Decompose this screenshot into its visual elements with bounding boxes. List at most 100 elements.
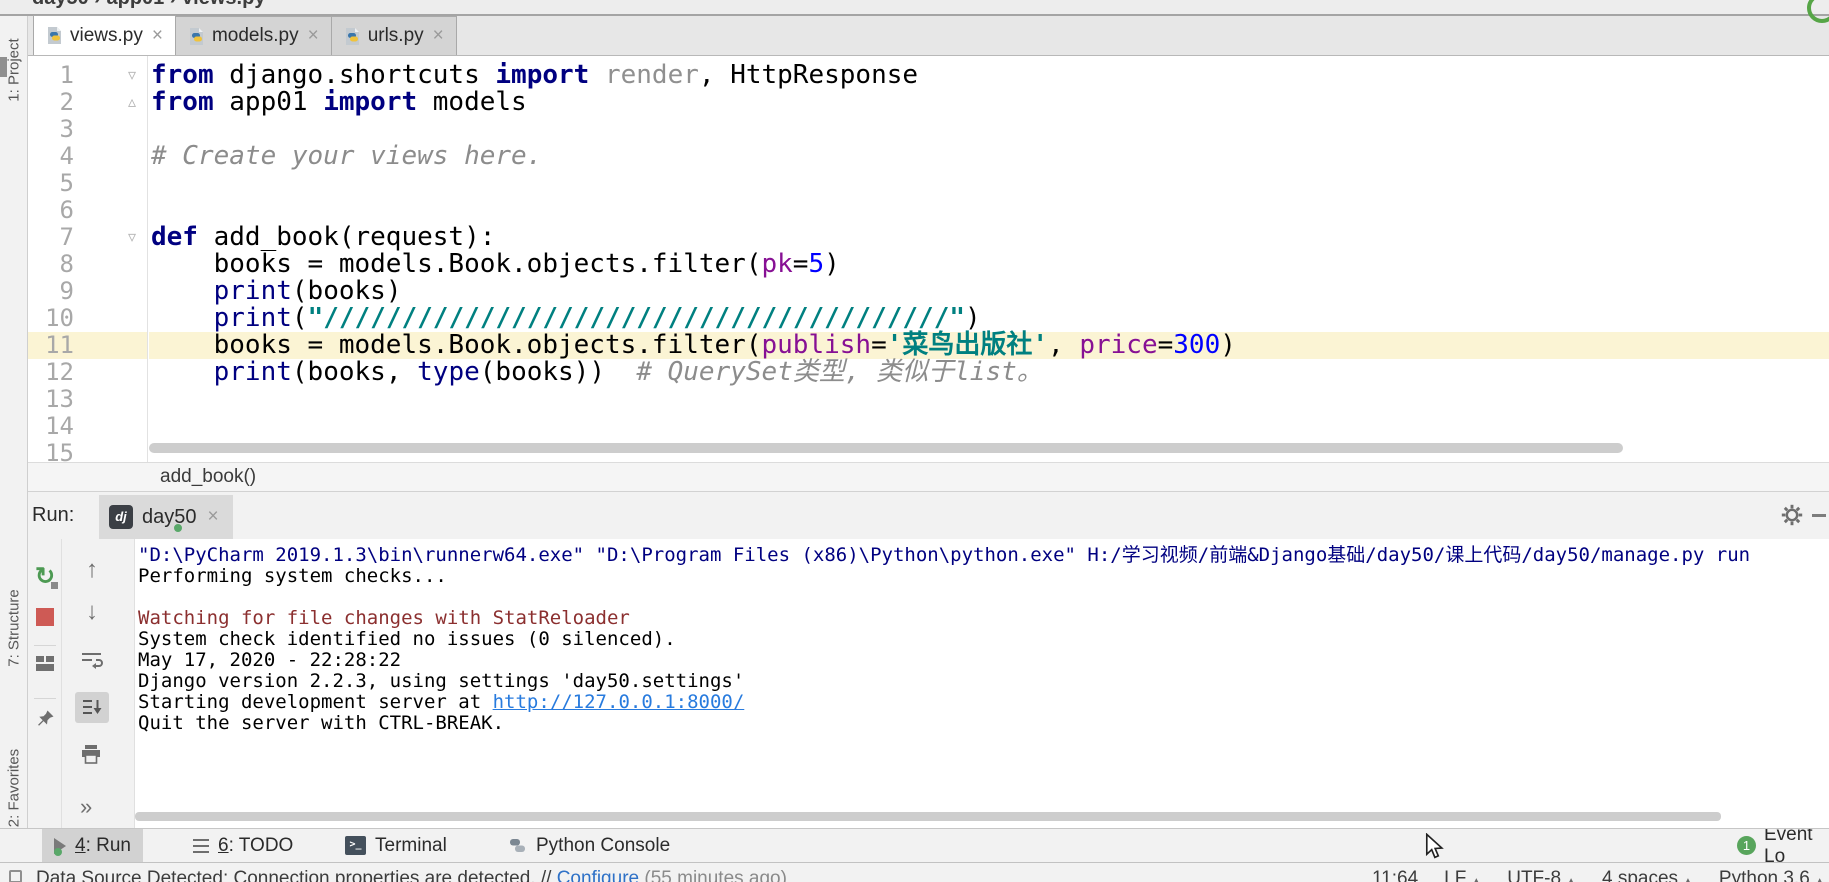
sidebar-item-favorites[interactable]: 2: Favorites <box>6 749 23 827</box>
django-run-config-icon: dj <box>109 505 133 529</box>
fold-icon[interactable]: ▿ <box>128 62 136 89</box>
close-icon[interactable]: × <box>433 25 444 47</box>
code-line[interactable] <box>149 386 1829 413</box>
run-tab-day50[interactable]: dj day50 × <box>99 495 233 539</box>
fold-icon[interactable]: ▿ <box>128 224 136 251</box>
gutter-line: 12 <box>28 359 147 386</box>
code-line[interactable]: print(books, type(books)) # QuerySet类型, … <box>149 359 1829 386</box>
interpreter-widget[interactable]: Python 3.6▲ <box>1719 868 1825 882</box>
line-number: 15 <box>28 440 74 462</box>
code-line[interactable]: print(books) <box>149 278 1829 305</box>
code-line[interactable] <box>149 170 1829 197</box>
code-line[interactable]: books = models.Book.objects.filter(publi… <box>149 332 1829 359</box>
console-line <box>138 587 1829 608</box>
run-panel: Run: dj day50 × ↻ ↑ ↓ » "D:\PyCharm 2019… <box>28 492 1829 828</box>
console-line: Watching for file changes with StatReloa… <box>138 608 1829 629</box>
toolwindow-python-console-button[interactable]: Python Console <box>496 829 682 862</box>
editor-tab-bar: views.py × models.py × urls.py × <box>28 16 1829 56</box>
indent-widget[interactable]: 4 spaces▲ <box>1602 868 1693 882</box>
more-icon[interactable]: » <box>80 794 92 820</box>
tab-label: urls.py <box>368 25 424 47</box>
up-stack-icon[interactable]: ↑ <box>75 558 109 582</box>
code-line[interactable] <box>149 116 1829 143</box>
caret-position[interactable]: 11:64 <box>1372 868 1418 882</box>
pin-icon[interactable] <box>36 709 55 728</box>
code-line[interactable] <box>149 197 1829 224</box>
breadcrumb-text[interactable]: day50 › app01 › views.py <box>32 0 265 10</box>
editor-gutter: 1▿2▵34567▿89101112131415 <box>28 56 148 462</box>
restore-layout-icon[interactable] <box>36 656 54 671</box>
console-line: Starting development server at http://12… <box>138 692 1829 713</box>
code-line[interactable]: from app01 import models <box>149 89 1829 116</box>
code-editor[interactable]: 1▿2▵34567▿89101112131415 from django.sho… <box>28 56 1829 462</box>
sidebar-item-project[interactable]: 1: Project <box>6 38 23 101</box>
python-file-icon <box>188 28 205 45</box>
line-number: 2 <box>28 89 74 116</box>
console-line: Quit the server with CTRL-BREAK. <box>138 713 1829 734</box>
sidebar-item-structure[interactable]: 7: Structure <box>6 589 23 667</box>
run-label: Run: <box>32 492 74 539</box>
tab-views-py[interactable]: views.py × <box>33 15 176 55</box>
gutter-line: 7▿ <box>28 224 147 251</box>
tab-urls-py[interactable]: urls.py × <box>331 16 457 55</box>
gutter-line: 13 <box>28 386 147 413</box>
mouse-cursor <box>1424 833 1446 864</box>
line-number: 11 <box>28 332 74 359</box>
console-line: "D:\PyCharm 2019.1.3\bin\runnerw64.exe" … <box>138 545 1829 566</box>
toolwindow-terminal-button[interactable]: >_ Terminal <box>333 829 459 862</box>
line-ending-widget[interactable]: LF▲ <box>1444 868 1481 882</box>
code-line[interactable]: def add_book(request): <box>149 224 1829 251</box>
code-line[interactable]: print("/////////////////////////////////… <box>149 305 1829 332</box>
console-output[interactable]: "D:\PyCharm 2019.1.3\bin\runnerw64.exe" … <box>135 539 1829 828</box>
close-icon[interactable]: × <box>308 25 319 47</box>
editor-hscrollbar[interactable] <box>149 443 1623 453</box>
caret-up-icon: ▲ <box>1566 876 1576 882</box>
tab-models-py[interactable]: models.py × <box>175 16 332 55</box>
configure-link[interactable]: Configure <box>557 868 639 882</box>
toolwindow-label: Terminal <box>375 835 447 857</box>
status-message[interactable]: Data Source Detected: Connection propert… <box>36 868 787 882</box>
soft-wrap-icon[interactable] <box>81 651 103 669</box>
fold-icon[interactable]: ▵ <box>128 89 136 116</box>
line-number: 1 <box>28 62 74 89</box>
close-icon[interactable]: × <box>152 25 163 47</box>
rerun-icon[interactable]: ↻ <box>33 565 57 589</box>
code-line[interactable]: from django.shortcuts import render, Htt… <box>149 62 1829 89</box>
line-number: 3 <box>28 116 74 143</box>
line-number: 13 <box>28 386 74 413</box>
bottom-toolwindow-bar: 4: Run 6: TODO >_ Terminal Python Consol… <box>0 828 1829 862</box>
line-number: 12 <box>28 359 74 386</box>
line-number: 10 <box>28 305 74 332</box>
gutter-line: 15 <box>28 440 147 462</box>
gutter-line: 11 <box>28 332 147 359</box>
status-widgets: 11:64 LF▲ UTF-8▲ 4 spaces▲ Python 3.6▲ <box>1372 868 1825 882</box>
print-icon[interactable] <box>81 745 101 764</box>
line-number: 6 <box>28 197 74 224</box>
encoding-widget[interactable]: UTF-8▲ <box>1507 868 1576 882</box>
close-icon[interactable]: × <box>208 506 219 528</box>
code-line[interactable] <box>149 413 1829 440</box>
stop-icon[interactable] <box>36 608 54 626</box>
breadcrumb-function[interactable]: add_book() <box>160 463 256 491</box>
run-toolbar-console: ↑ ↓ » <box>62 539 135 828</box>
gutter-line: 4 <box>28 143 147 170</box>
toolwindow-run-button[interactable]: 4: Run <box>42 829 143 862</box>
caret-up-icon: ▲ <box>1815 876 1825 882</box>
hide-panel-icon[interactable] <box>1812 514 1826 517</box>
event-log-button[interactable]: 1 Event Lo <box>1737 829 1829 862</box>
code-line[interactable]: # Create your views here. <box>149 143 1829 170</box>
gutter-line: 5 <box>28 170 147 197</box>
left-toolwindow-stripe: 1: Project 7: Structure 2: Favorites <box>0 16 28 828</box>
line-number: 14 <box>28 413 74 440</box>
scroll-to-end-icon[interactable] <box>83 699 102 716</box>
gear-icon[interactable] <box>1780 503 1804 532</box>
data-source-icon[interactable] <box>9 870 22 882</box>
code-line[interactable]: books = models.Book.objects.filter(pk=5) <box>149 251 1829 278</box>
console-link[interactable]: http://127.0.0.1:8000/ <box>493 691 745 713</box>
console-hscrollbar[interactable] <box>135 812 1721 821</box>
toolwindow-todo-button[interactable]: 6: TODO <box>181 829 305 862</box>
console-line: May 17, 2020 - 22:28:22 <box>138 650 1829 671</box>
editor-breadcrumb-bar: add_book() <box>28 462 1829 492</box>
editor-code[interactable]: from django.shortcuts import render, Htt… <box>149 56 1829 462</box>
down-stack-icon[interactable]: ↓ <box>75 600 109 624</box>
